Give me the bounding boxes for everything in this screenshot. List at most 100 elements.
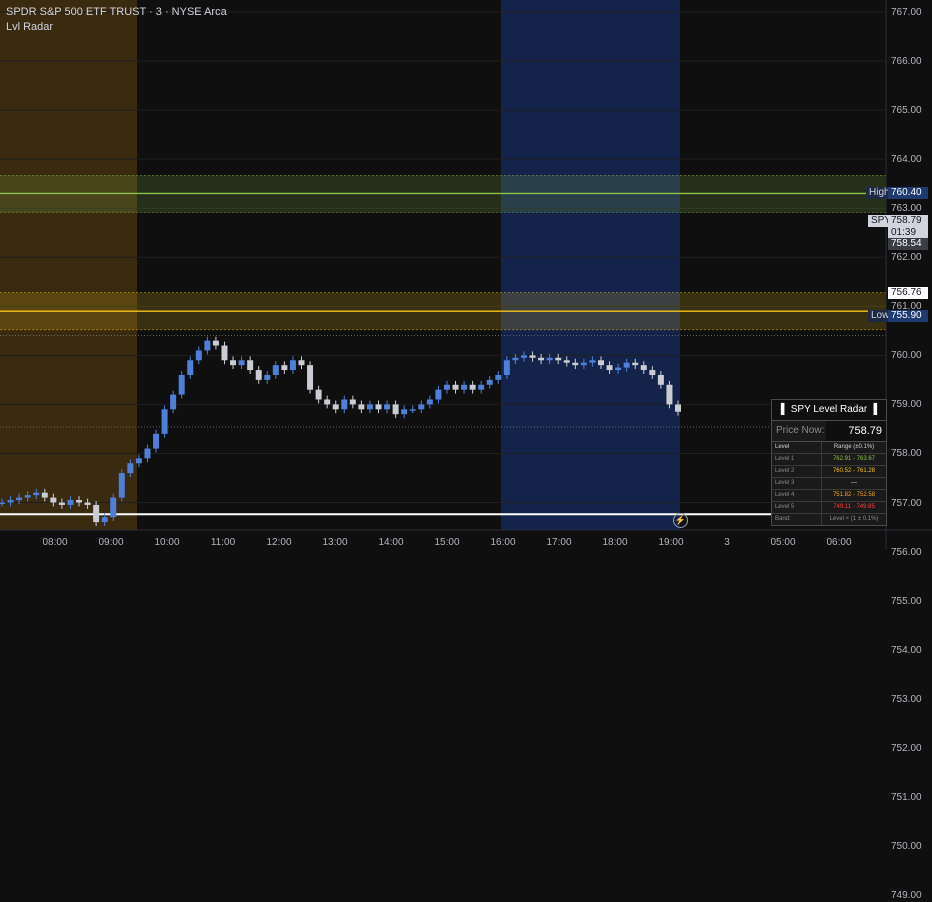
- price-tick-label: 763.00: [891, 203, 922, 215]
- candle-body: [392, 404, 399, 415]
- candle-body: [33, 492, 40, 496]
- price-tick-label: 750.00: [891, 840, 922, 852]
- candle-body: [606, 365, 613, 371]
- radar-band-row: Band: Level × (1 ± 0.1%): [772, 514, 886, 525]
- candle-body: [366, 404, 373, 410]
- candle-body: [101, 517, 108, 523]
- candle-body: [195, 350, 202, 361]
- candle-body: [520, 355, 527, 358]
- radar-row: Level 2 760.52 - 761.28: [772, 466, 886, 478]
- radar-row: Level 1 762.91 - 763.67: [772, 454, 886, 466]
- candle-body: [187, 360, 194, 375]
- candle-body: [289, 360, 296, 371]
- time-tick-label: 14:00: [378, 537, 404, 548]
- candle-body: [478, 384, 485, 390]
- candle-body: [332, 404, 339, 410]
- price-tick-label: 754.00: [891, 644, 922, 656]
- symbol-title[interactable]: SPDR S&P 500 ETF TRUST · 3 · NYSE Arca: [6, 5, 227, 20]
- candle-body: [58, 502, 65, 505]
- indicator-name[interactable]: Lvl Radar: [6, 20, 227, 35]
- candle-body: [76, 500, 83, 503]
- lightning-icon[interactable]: ⚡: [673, 513, 688, 528]
- candle-body: [469, 384, 476, 390]
- candle-body: [0, 502, 5, 504]
- candle-body: [512, 357, 519, 361]
- candle-body: [435, 389, 442, 400]
- candle-body: [247, 360, 254, 371]
- radar-row: Level 4 751.82 - 752.58: [772, 490, 886, 502]
- time-tick-label: 19:00: [658, 537, 684, 548]
- candle-body: [580, 362, 587, 366]
- candle-body: [418, 404, 425, 410]
- time-tick-label: 16:00: [490, 537, 516, 548]
- close-price-tag: 758.54: [888, 238, 928, 250]
- price-tick-label: 766.00: [891, 56, 922, 68]
- candle-body: [50, 497, 57, 503]
- candle-body: [349, 399, 356, 405]
- candle-body: [401, 409, 408, 415]
- afterhours-session: [501, 0, 680, 530]
- candle-body: [178, 374, 185, 395]
- price-tick-label: 759.00: [891, 399, 922, 411]
- price-tick-label: 758.00: [891, 448, 922, 460]
- candle-body: [281, 365, 288, 371]
- price-tick-label: 755.00: [891, 595, 922, 607]
- candle-body: [623, 362, 630, 368]
- time-tick-label: 05:00: [770, 537, 796, 548]
- radar-header-row: Level Range (±0.1%): [772, 442, 886, 454]
- chart-header: SPDR S&P 500 ETF TRUST · 3 · NYSE Arca L…: [6, 5, 227, 35]
- price-tick-label: 753.00: [891, 693, 922, 705]
- candle-body: [118, 473, 125, 498]
- candle-body: [503, 360, 510, 375]
- radar-price-value: 758.79: [826, 421, 886, 441]
- candle-body: [555, 357, 562, 361]
- candle-body: [649, 370, 656, 375]
- candle-body: [24, 495, 31, 498]
- radar-price-row: Price Now: 758.79: [772, 421, 886, 442]
- candle-body: [675, 404, 681, 412]
- candle-body: [127, 463, 134, 474]
- candle-body: [7, 500, 14, 503]
- candle-body: [16, 497, 23, 501]
- premarket-session: [0, 0, 137, 530]
- candle-body: [452, 384, 459, 390]
- candle-body: [486, 379, 493, 385]
- candle-body: [461, 384, 468, 390]
- candle-body: [161, 409, 168, 434]
- price-tick-label: 749.00: [891, 889, 922, 901]
- price-tick-label: 762.00: [891, 252, 922, 264]
- low-price-tag: 755.90: [888, 310, 928, 322]
- time-tick-label: 15:00: [434, 537, 460, 548]
- price-tick-label: 764.00: [891, 154, 922, 166]
- candle-body: [375, 404, 382, 410]
- time-tick-label: 11:00: [210, 537, 236, 548]
- level-radar-panel: ▌ SPY Level Radar ▐ Price Now: 758.79 Le…: [771, 399, 887, 526]
- candle-body: [41, 492, 48, 498]
- time-tick-label: 09:00: [98, 537, 124, 548]
- candle-body: [135, 458, 142, 464]
- time-tick-label: 10:00: [154, 537, 180, 548]
- candle-body: [597, 360, 604, 366]
- candle-body: [230, 360, 237, 366]
- candle-body: [615, 367, 622, 371]
- candle-body: [358, 404, 365, 410]
- level-price-tag: 756.76: [888, 287, 928, 299]
- radar-title: ▌ SPY Level Radar ▐: [772, 400, 886, 421]
- radar-row: Level 5 749.11 - 749.85: [772, 502, 886, 514]
- candle-body: [212, 340, 219, 346]
- time-tick-label: 13:00: [322, 537, 348, 548]
- candle-body: [144, 448, 151, 459]
- radar-col-level: Level: [772, 442, 822, 453]
- time-tick-label: 12:00: [266, 537, 292, 548]
- time-tick-label: 3: [724, 537, 730, 548]
- candle-body: [110, 497, 117, 518]
- price-tick-label: 757.00: [891, 497, 922, 509]
- radar-price-label: Price Now:: [776, 425, 825, 436]
- time-tick-label: 18:00: [602, 537, 628, 548]
- candle-body: [538, 357, 545, 361]
- candle-body: [255, 370, 262, 380]
- candle-body: [84, 502, 91, 505]
- last-price-tag: 758.79: [888, 215, 928, 227]
- candle-body: [384, 404, 391, 410]
- time-tick-label: 08:00: [42, 537, 68, 548]
